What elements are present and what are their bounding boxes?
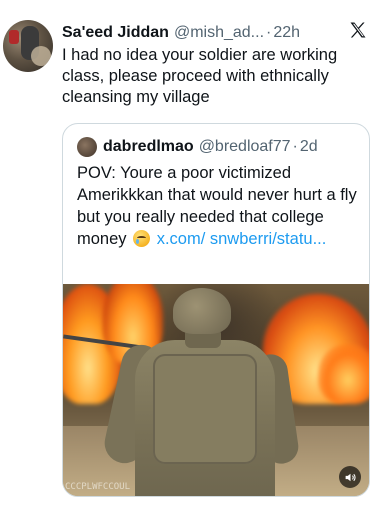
quoted-tweet-text: POV: Youre a poor victimized Amerikkkan … [77, 162, 357, 250]
tweet-text: I had no idea your soldier are working c… [62, 46, 338, 106]
soldier-helmet [173, 288, 231, 334]
video-player[interactable]: CCCPLWFCCOUL [63, 284, 369, 496]
quoted-author-avatar[interactable] [77, 137, 97, 157]
fire-right-2 [318, 344, 369, 404]
volume-icon [345, 473, 356, 481]
quoted-tweet-link[interactable]: x.com/ snwberri/statu... [157, 230, 327, 248]
quoted-author-handle[interactable]: @bredloaf77 [199, 138, 291, 156]
x-logo-icon[interactable] [348, 20, 368, 40]
separator-dot: · [292, 138, 298, 155]
crying-face-icon [133, 230, 151, 247]
quoted-author-display-name[interactable]: dabredlmao [103, 138, 194, 156]
quoted-tweet-timestamp[interactable]: 2d [300, 138, 318, 156]
author-display-name[interactable]: Sa'eed Jiddan [62, 24, 169, 42]
quoted-tweet[interactable]: dabredlmao @bredloaf77 · 2d POV: Youre a… [62, 123, 370, 497]
tweet-timestamp[interactable]: 22h [273, 24, 300, 42]
video-watermark: CCCPLWFCCOUL [65, 482, 131, 492]
author-handle[interactable]: @mish_ad... [174, 24, 264, 42]
mute-button[interactable] [339, 466, 361, 488]
separator-dot: · [266, 24, 272, 41]
soldier-vest [153, 354, 257, 464]
tweet-header: Sa'eed Jiddan @mish_ad... · 22h [62, 22, 372, 44]
quoted-tweet-header: dabredlmao @bredloaf77 · 2d [77, 136, 359, 158]
author-avatar[interactable] [3, 20, 53, 72]
